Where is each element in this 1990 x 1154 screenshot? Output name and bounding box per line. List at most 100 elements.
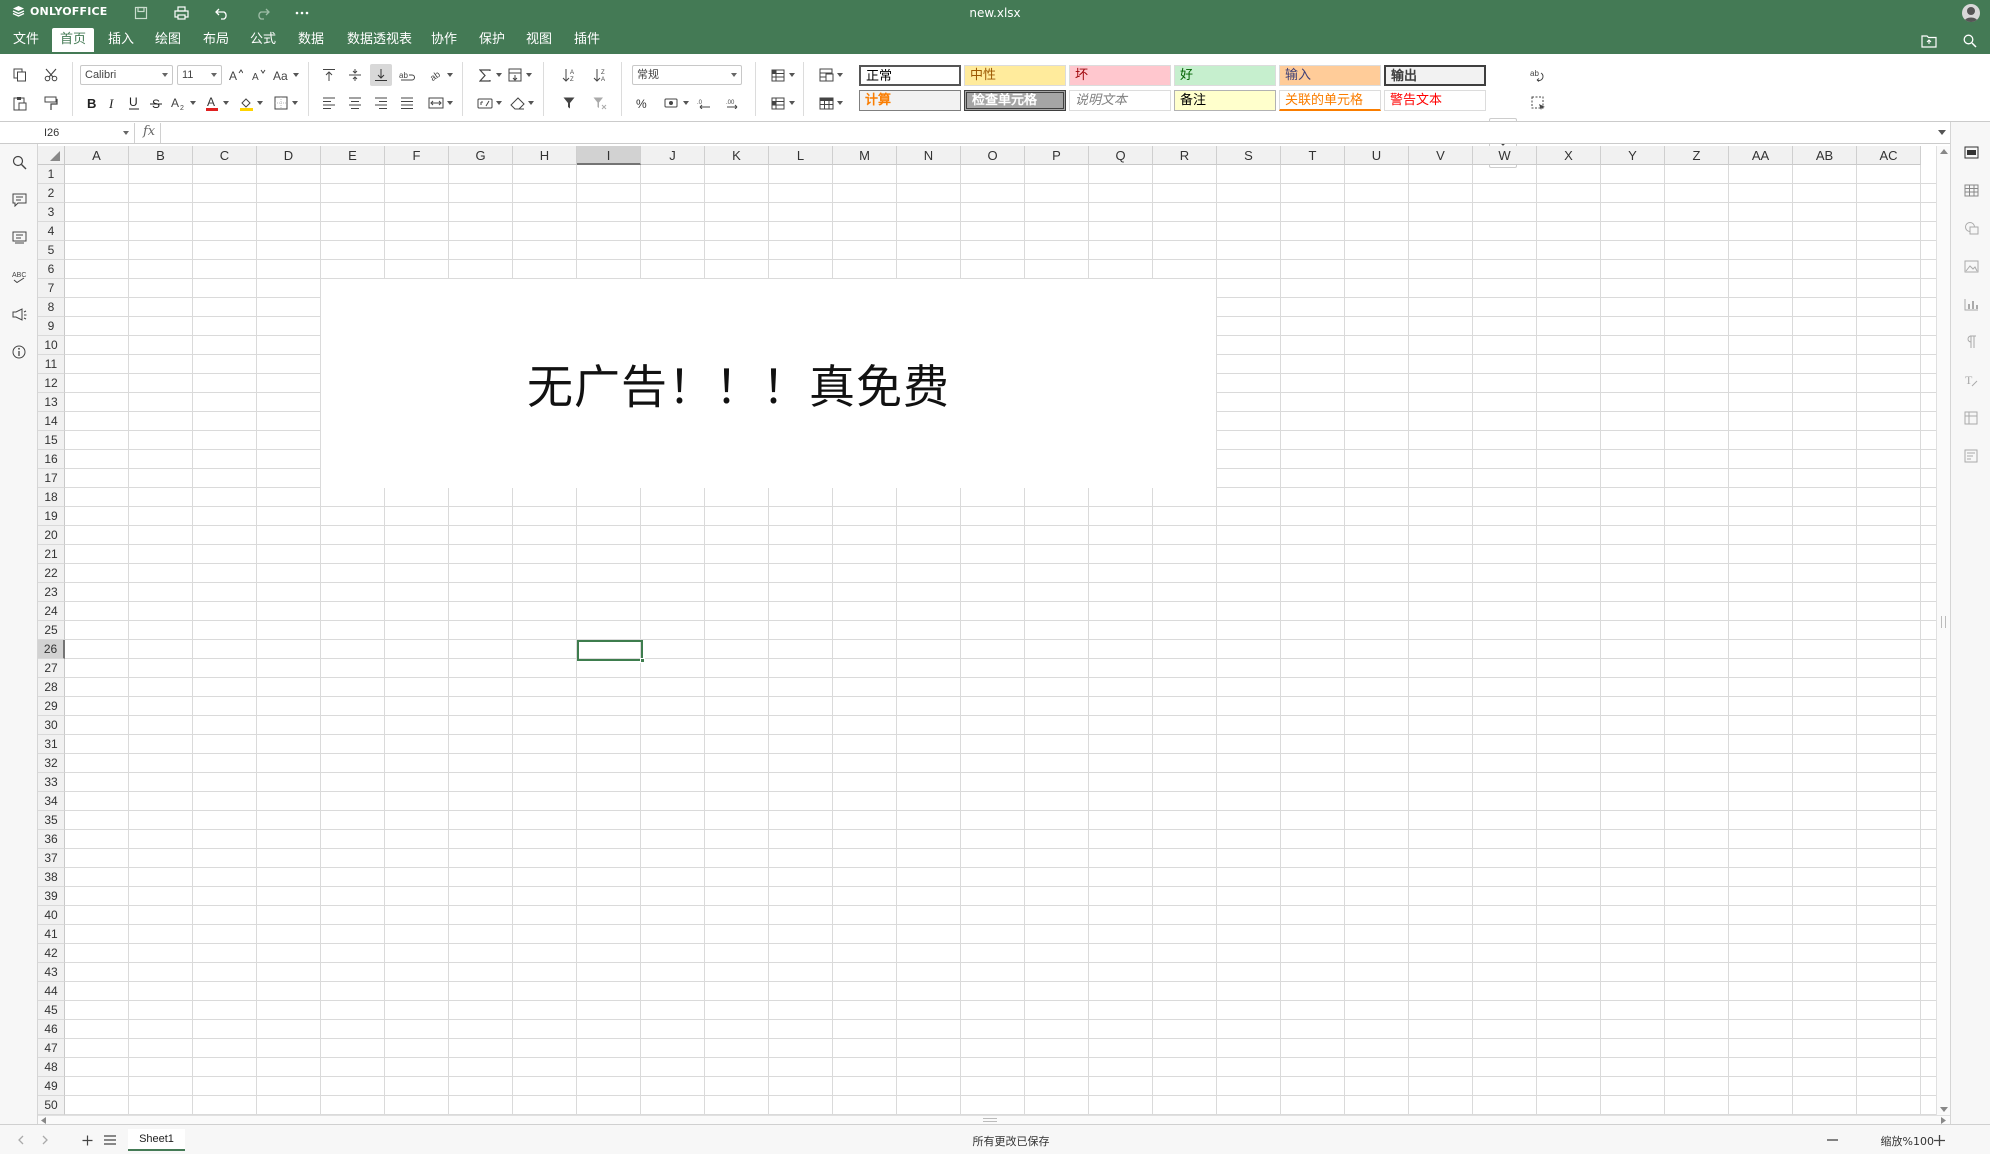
row-header[interactable]: 36 [38,830,65,849]
column-header[interactable]: M [833,146,897,165]
tab-layout[interactable]: 布局 [195,28,237,52]
cell-grid[interactable]: 无广告！！！真免费 [65,165,1936,1115]
wrap-text-icon[interactable]: ab [396,64,418,86]
column-header[interactable]: A [65,146,129,165]
column-header[interactable]: L [769,146,833,165]
column-header[interactable]: H [513,146,577,165]
more-icon[interactable] [292,3,312,23]
row-header[interactable]: 4 [38,222,65,241]
slicer-settings-icon[interactable] [1961,446,1981,466]
row-header[interactable]: 43 [38,963,65,982]
row-header[interactable]: 18 [38,488,65,507]
row-header[interactable]: 2 [38,184,65,203]
column-header[interactable]: P [1025,146,1089,165]
column-header[interactable]: W [1473,146,1537,165]
tab-collaboration[interactable]: 协作 [423,28,465,52]
column-header[interactable]: F [385,146,449,165]
column-header[interactable]: B [129,146,193,165]
row-header[interactable]: 26 [38,640,65,659]
sort-descending-icon[interactable]: ZA [589,64,611,86]
horizontal-scroll-thumb[interactable] [983,1118,997,1122]
row-header[interactable]: 47 [38,1039,65,1058]
text-orientation-icon[interactable]: ab [425,64,453,86]
undo-icon[interactable] [212,3,232,23]
conditional-formatting-icon[interactable] [815,64,843,86]
font-color-icon[interactable]: A [201,92,229,114]
fill-color-icon[interactable] [235,92,263,114]
row-header[interactable]: 22 [38,564,65,583]
subscript-icon[interactable]: A2 [168,92,196,114]
row-header[interactable]: 29 [38,697,65,716]
sort-ascending-icon[interactable]: AZ [558,64,580,86]
style-warning-text[interactable]: 警告文本 [1384,90,1486,111]
tab-file[interactable]: 文件 [5,28,47,52]
row-header[interactable]: 35 [38,811,65,830]
align-right-icon[interactable] [370,92,392,114]
column-header[interactable]: U [1345,146,1409,165]
cut-icon[interactable] [40,64,62,86]
cell-settings-icon[interactable] [1961,142,1981,162]
zoom-in-icon[interactable] [1930,1131,1948,1149]
style-linked-cell[interactable]: 关联的单元格 [1279,90,1381,111]
selected-cell[interactable] [577,640,645,663]
select-all-corner[interactable] [38,146,65,165]
row-header[interactable]: 7 [38,279,65,298]
number-format-select[interactable]: 常规 [632,65,742,85]
row-header[interactable]: 21 [38,545,65,564]
fill-icon[interactable] [504,64,532,86]
tab-data[interactable]: 数据 [290,28,332,52]
row-header[interactable]: 23 [38,583,65,602]
row-header[interactable]: 25 [38,621,65,640]
row-header[interactable]: 31 [38,735,65,754]
tab-formula[interactable]: 公式 [242,28,284,52]
accounting-style-icon[interactable] [661,92,689,114]
tab-draw[interactable]: 绘图 [147,28,189,52]
filter-icon[interactable] [558,92,580,114]
prev-sheet-icon[interactable] [11,1131,29,1149]
row-header[interactable]: 42 [38,944,65,963]
decrease-decimal-icon[interactable]: .0 [693,92,715,114]
column-header[interactable]: K [705,146,769,165]
style-check-cell[interactable]: 检查单元格 [964,90,1066,111]
decrease-font-size-icon[interactable]: A [248,64,270,86]
replace-icon[interactable]: ab [1527,64,1549,86]
borders-icon[interactable] [270,92,298,114]
scroll-right-icon[interactable] [1941,1117,1946,1124]
about-icon[interactable] [9,342,29,362]
table-settings-icon[interactable] [1961,180,1981,200]
row-header[interactable]: 14 [38,412,65,431]
row-header[interactable]: 38 [38,868,65,887]
row-header[interactable]: 39 [38,887,65,906]
font-size-select[interactable]: 11 [177,65,222,85]
redo-icon[interactable] [252,3,272,23]
column-header[interactable]: E [321,146,385,165]
function-icon[interactable]: fx [143,124,155,139]
search-icon[interactable] [1961,32,1979,50]
font-name-select[interactable]: Calibri [80,65,173,85]
column-header[interactable]: O [961,146,1025,165]
row-header[interactable]: 12 [38,374,65,393]
column-header[interactable]: AC [1857,146,1921,165]
row-header[interactable]: 10 [38,336,65,355]
style-note[interactable]: 备注 [1174,90,1276,111]
style-output[interactable]: 输出 [1384,65,1486,86]
row-header[interactable]: 8 [38,298,65,317]
horizontal-scrollbar[interactable] [38,1115,1950,1124]
row-header[interactable]: 15 [38,431,65,450]
tab-pivot-table[interactable]: 数据透视表 [339,28,420,52]
column-header[interactable]: D [257,146,321,165]
next-sheet-icon[interactable] [36,1131,54,1149]
bold-icon[interactable]: B [80,92,102,114]
add-sheet-icon[interactable] [78,1131,96,1149]
style-input[interactable]: 输入 [1279,65,1381,86]
align-left-icon[interactable] [318,92,340,114]
row-header[interactable]: 28 [38,678,65,697]
row-header[interactable]: 17 [38,469,65,488]
avatar[interactable] [1962,4,1980,22]
scroll-left-icon[interactable] [41,1117,46,1124]
column-header[interactable]: Q [1089,146,1153,165]
print-icon[interactable] [171,3,191,23]
column-header[interactable]: S [1217,146,1281,165]
shape-settings-icon[interactable] [1961,218,1981,238]
row-header[interactable]: 41 [38,925,65,944]
